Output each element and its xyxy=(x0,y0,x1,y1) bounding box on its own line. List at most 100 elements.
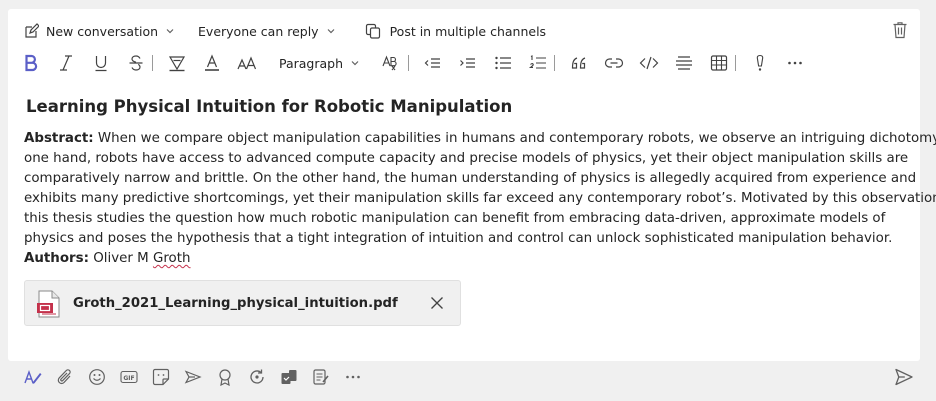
loop-component-button[interactable] xyxy=(247,367,267,387)
reply-setting-dropdown[interactable]: Everyone can reply xyxy=(198,24,337,39)
attachment-card[interactable]: Groth_2021_Learning_physical_intuition.p… xyxy=(24,280,461,326)
medal-icon xyxy=(219,369,231,386)
bulleted-list-icon xyxy=(495,56,512,70)
toolbar-divider xyxy=(554,55,556,71)
strikethrough-icon xyxy=(129,55,143,71)
paragraph-style-dropdown[interactable]: Paragraph xyxy=(279,56,361,71)
quote-icon xyxy=(571,57,586,69)
forward-arrow-icon xyxy=(184,370,202,384)
post-options-bar: New conversation Everyone can reply Post… xyxy=(23,22,568,40)
notes-app-icon xyxy=(313,369,329,385)
highlighter-icon xyxy=(168,56,186,72)
highlight-button[interactable] xyxy=(166,52,188,74)
compose-icon xyxy=(25,23,39,38)
indent-icon xyxy=(460,58,476,68)
format-button[interactable] xyxy=(23,367,43,387)
praise-button[interactable] xyxy=(215,367,235,387)
new-conversation-dropdown[interactable]: New conversation xyxy=(23,23,176,39)
abstract-text: When we compare object manipulation capa… xyxy=(93,131,936,146)
schedule-meeting-button[interactable] xyxy=(183,367,203,387)
link-icon xyxy=(604,58,624,68)
format-pen-icon xyxy=(24,369,42,384)
abstract-line: Abstract: When we compare object manipul… xyxy=(24,129,936,149)
italic-icon xyxy=(60,55,72,71)
bold-icon xyxy=(25,54,38,72)
underline-icon xyxy=(95,56,107,72)
chevron-down-icon xyxy=(351,61,359,66)
abstract-line: this thesis studies the question how muc… xyxy=(24,211,886,226)
clear-formatting-button[interactable] xyxy=(381,52,403,74)
formatting-toolbar: Paragraph xyxy=(20,52,819,74)
horizontal-rule-icon xyxy=(676,56,693,70)
italic-button[interactable] xyxy=(55,52,77,74)
code-icon xyxy=(639,56,659,70)
quote-button[interactable] xyxy=(568,52,590,74)
remove-attachment-close-icon[interactable] xyxy=(430,296,444,310)
authors-line: Authors: Oliver M Groth xyxy=(24,249,914,269)
strikethrough-button[interactable] xyxy=(125,52,147,74)
reply-setting-label: Everyone can reply xyxy=(198,23,319,39)
horizontal-rule-button[interactable] xyxy=(673,52,695,74)
abstract-label: Abstract: xyxy=(24,131,94,146)
author-name: Oliver M xyxy=(88,251,153,266)
increase-indent-button[interactable] xyxy=(457,52,479,74)
smiley-icon xyxy=(89,369,105,385)
new-conversation-label: New conversation xyxy=(46,23,159,39)
send-icon xyxy=(895,368,913,386)
post-multiple-channels-label: Post in multiple channels xyxy=(389,23,547,39)
clear-formatting-icon xyxy=(382,55,397,71)
toolbar-divider xyxy=(152,55,153,71)
send-button[interactable] xyxy=(894,367,914,391)
emoji-button[interactable] xyxy=(87,367,107,387)
copy-channels-icon xyxy=(365,23,380,39)
attachment-filename: Groth_2021_Learning_physical_intuition.p… xyxy=(73,296,398,311)
discard-button[interactable] xyxy=(892,21,908,43)
numbered-list-button[interactable] xyxy=(527,52,549,74)
sticker-button[interactable] xyxy=(151,367,171,387)
paragraph-style-label: Paragraph xyxy=(279,55,344,71)
post-body[interactable]: Abstract: When we compare object manipul… xyxy=(24,129,936,269)
post-subject[interactable]: Learning Physical Intuition for Robotic … xyxy=(26,97,512,116)
sticker-icon xyxy=(152,368,170,386)
misspelled-word: Groth xyxy=(152,251,191,266)
abstract-line: one hand, robots have access to advanced… xyxy=(24,151,909,166)
post-multiple-channels-button[interactable]: Post in multiple channels xyxy=(365,23,547,39)
abstract-line: exhibits many predictive shortcomings, y… xyxy=(24,191,936,206)
approvals-app-icon xyxy=(281,370,297,384)
exclamation-icon xyxy=(756,54,764,71)
mark-as-important-button[interactable] xyxy=(749,52,771,74)
attach-file-button[interactable] xyxy=(55,367,75,387)
underline-button[interactable] xyxy=(90,52,112,74)
trash-icon xyxy=(893,22,907,39)
svg-text:GIF: GIF xyxy=(123,375,134,382)
toolbar-divider xyxy=(735,55,737,71)
chevron-down-icon xyxy=(327,29,335,34)
code-snippet-button[interactable] xyxy=(638,52,660,74)
abstract-line: physics and poses the hypothesis that a … xyxy=(24,231,893,246)
insert-link-button[interactable] xyxy=(603,52,625,74)
bold-button[interactable] xyxy=(20,52,42,74)
font-color-icon xyxy=(205,54,219,71)
more-options-icon xyxy=(788,61,802,65)
more-formatting-button[interactable] xyxy=(784,52,806,74)
loop-refresh-icon xyxy=(250,369,264,384)
decrease-indent-button[interactable] xyxy=(422,52,444,74)
gif-icon: GIF xyxy=(120,370,138,384)
gif-button[interactable]: GIF xyxy=(119,367,139,387)
table-icon xyxy=(710,55,728,71)
paperclip-icon xyxy=(57,369,71,385)
pdf-file-icon xyxy=(37,290,60,318)
chevron-down-icon xyxy=(166,29,174,34)
toolbar-divider xyxy=(408,55,410,71)
more-options-icon xyxy=(346,375,360,379)
abstract-line: comparatively narrow and brittle. On the… xyxy=(24,171,917,186)
font-color-button[interactable] xyxy=(201,52,223,74)
insert-table-button[interactable] xyxy=(708,52,730,74)
font-size-icon xyxy=(237,56,257,70)
bulleted-list-button[interactable] xyxy=(492,52,514,74)
approvals-button[interactable] xyxy=(279,367,299,387)
outdent-icon xyxy=(424,58,441,68)
forms-button[interactable] xyxy=(311,367,331,387)
font-size-button[interactable] xyxy=(236,52,258,74)
more-apps-button[interactable] xyxy=(343,367,363,387)
